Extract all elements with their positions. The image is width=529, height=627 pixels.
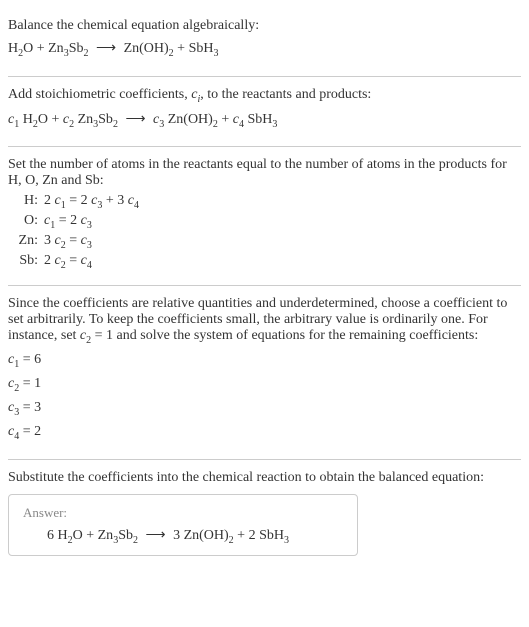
solve-title-eq: = 1 and solve the system of equations fo…: [91, 328, 478, 343]
reactant-sb: Sb: [69, 41, 84, 56]
section-problem: Balance the chemical equation algebraica…: [8, 8, 521, 77]
unbalanced-equation: H2O + Zn3Sb2 ⟶ Zn(OH)2 + SbH3: [8, 38, 521, 62]
reactant-plus-zn: O + Zn: [23, 41, 64, 56]
section-solve: Since the coefficients are relative quan…: [8, 286, 521, 460]
ans-e-sub: 3: [284, 534, 289, 545]
sp3b: +: [218, 112, 233, 127]
c4-val: = 2: [19, 424, 41, 439]
row-h-mid2: + 3: [102, 193, 127, 208]
ans-arrow: ⟶: [141, 528, 169, 543]
reactant-sb-sub: 2: [83, 48, 88, 59]
balanced-equation: 6 H2O + Zn3Sb2 ⟶ 3 Zn(OH)2 + 2 SbH3: [23, 527, 343, 546]
coeff-c4: c4 = 2: [8, 421, 521, 445]
ans-d: 3 Zn(OH): [173, 528, 229, 543]
coeff-arrow: ⟶: [121, 112, 149, 127]
row-sb-label: Sb:: [8, 253, 38, 271]
solve-title: Since the coefficients are relative quan…: [8, 296, 521, 346]
row-sb-mid: =: [66, 253, 81, 268]
atom-balance-title: Set the number of atoms in the reactants…: [8, 157, 521, 189]
row-h-mid: = 2: [66, 193, 91, 208]
section-answer: Substitute the coefficients into the che…: [8, 460, 521, 567]
row-h-label: H:: [8, 193, 38, 211]
c3-val: = 3: [19, 400, 41, 415]
row-zn-eq: 3 c2 = c3: [44, 233, 521, 251]
coeff-c1: c1 = 6: [8, 349, 521, 373]
coeff-title-b: , to the reactants and products:: [200, 87, 371, 102]
problem-title: Balance the chemical equation algebraica…: [8, 18, 521, 34]
sp4-sub: 3: [272, 118, 277, 129]
ans-a: 6 H: [47, 528, 68, 543]
row-zn-label: Zn:: [8, 233, 38, 251]
row-zn-cb-sub: 3: [87, 240, 92, 251]
row-sb-lhs: 2: [44, 253, 55, 268]
sp1b: O +: [38, 112, 63, 127]
sp2b: Sb: [98, 112, 113, 127]
section-atom-balance: Set the number of atoms in the reactants…: [8, 147, 521, 285]
ans-b: O + Zn: [73, 528, 114, 543]
sp1: H: [19, 112, 33, 127]
row-h-cc-sub: 4: [134, 200, 139, 211]
product-sbh-sub: 3: [213, 48, 218, 59]
row-zn-lhs: 3: [44, 233, 55, 248]
coeff-c3: c3 = 3: [8, 397, 521, 421]
product-znoh: Zn(OH): [124, 41, 169, 56]
answer-title: Substitute the coefficients into the che…: [8, 470, 521, 486]
ans-c: Sb: [118, 528, 133, 543]
answer-label: Answer:: [23, 505, 343, 521]
coeff-c2: c2 = 1: [8, 373, 521, 397]
section-coefficients-intro: Add stoichiometric coefficients, ci, to …: [8, 77, 521, 148]
coeff-title-a: Add stoichiometric coefficients,: [8, 87, 191, 102]
row-h-lhs: 2: [44, 193, 55, 208]
row-o-cb-sub: 3: [87, 220, 92, 231]
row-sb-eq: 2 c2 = c4: [44, 253, 521, 271]
coeff-solutions: c1 = 6 c2 = 1 c3 = 3 c4 = 2: [8, 349, 521, 444]
row-sb-cb-sub: 4: [87, 260, 92, 271]
sp2c-sub: 2: [113, 118, 118, 129]
row-o-mid: = 2: [55, 213, 80, 228]
coeff-equation: c1 H2O + c2 Zn3Sb2 ⟶ c3 Zn(OH)2 + c4 SbH…: [8, 109, 521, 133]
row-zn-mid: =: [66, 233, 81, 248]
reactant-h2o-h: H: [8, 41, 18, 56]
sp3: Zn(OH): [164, 112, 213, 127]
c1-val: = 6: [19, 352, 41, 367]
coeff-title: Add stoichiometric coefficients, ci, to …: [8, 87, 521, 105]
ans-c-sub: 2: [133, 534, 138, 545]
answer-box: Answer: 6 H2O + Zn3Sb2 ⟶ 3 Zn(OH)2 + 2 S…: [8, 494, 358, 557]
c2-val: = 1: [19, 376, 41, 391]
sp2: Zn: [74, 112, 93, 127]
reaction-arrow: ⟶: [92, 41, 120, 56]
product-sbh: + SbH: [174, 41, 214, 56]
row-o-label: O:: [8, 213, 38, 231]
row-o-eq: c1 = 2 c3: [44, 213, 521, 231]
atom-equations-grid: H: 2 c1 = 2 c3 + 3 c4 O: c1 = 2 c3 Zn: 3…: [8, 193, 521, 270]
row-h-eq: 2 c1 = 2 c3 + 3 c4: [44, 193, 521, 211]
ans-e: + 2 SbH: [234, 528, 284, 543]
sp4: SbH: [244, 112, 272, 127]
